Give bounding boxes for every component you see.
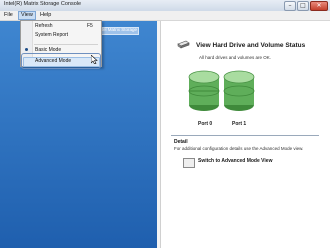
switch-mode-icon[interactable]	[183, 158, 195, 168]
title-bar[interactable]: Intel(R) Matrix Storage Console – □ ✕	[0, 0, 330, 11]
menu-item-system-report[interactable]: System Report	[35, 31, 68, 39]
refresh-shortcut: F5	[87, 23, 93, 29]
detail-text: For additional configuration details use…	[174, 146, 304, 151]
window-controls: – □ ✕	[284, 1, 328, 11]
menu-item-refresh[interactable]: Refresh	[35, 22, 53, 30]
detail-heading: Detail	[174, 139, 188, 145]
hard-drive-icon	[177, 40, 190, 49]
status-text: All hard drives and volumes are OK.	[199, 55, 272, 60]
disk-port-0-icon	[188, 70, 220, 111]
menu-help[interactable]: Help	[38, 12, 53, 19]
disk-label-port-0: Port 0	[198, 121, 213, 127]
view-menu-dropdown: Refresh F5 System Report Basic Mode Adva…	[20, 20, 102, 69]
menu-separator	[34, 44, 98, 45]
maximize-button[interactable]: □	[297, 1, 309, 11]
mouse-cursor-icon	[91, 55, 98, 64]
radio-bullet-icon	[25, 48, 28, 51]
tree-item-label: Intel Matrix Storage	[98, 27, 138, 32]
close-button[interactable]: ✕	[310, 1, 328, 11]
disk-status-graphic	[188, 70, 255, 111]
page-title: View Hard Drive and Volume Status	[196, 42, 306, 49]
minimize-button[interactable]: –	[284, 1, 296, 11]
disk-port-1-icon	[223, 70, 255, 111]
app-window: Intel(R) Matrix Storage Console – □ ✕ Fi…	[0, 0, 330, 248]
menu-item-basic-mode[interactable]: Basic Mode	[35, 46, 61, 54]
content-panel: View Hard Drive and Volume Status All ha…	[161, 21, 330, 248]
menu-item-advanced-mode[interactable]: Advanced Mode	[35, 57, 71, 65]
section-divider	[171, 135, 319, 136]
window-title: Intel(R) Matrix Storage Console	[4, 1, 82, 7]
menu-view[interactable]: View	[18, 11, 36, 20]
switch-advanced-mode-link[interactable]: Switch to Advanced Mode View	[198, 158, 272, 164]
menu-file[interactable]: File	[2, 12, 15, 19]
disk-label-port-1: Port 1	[232, 121, 247, 127]
